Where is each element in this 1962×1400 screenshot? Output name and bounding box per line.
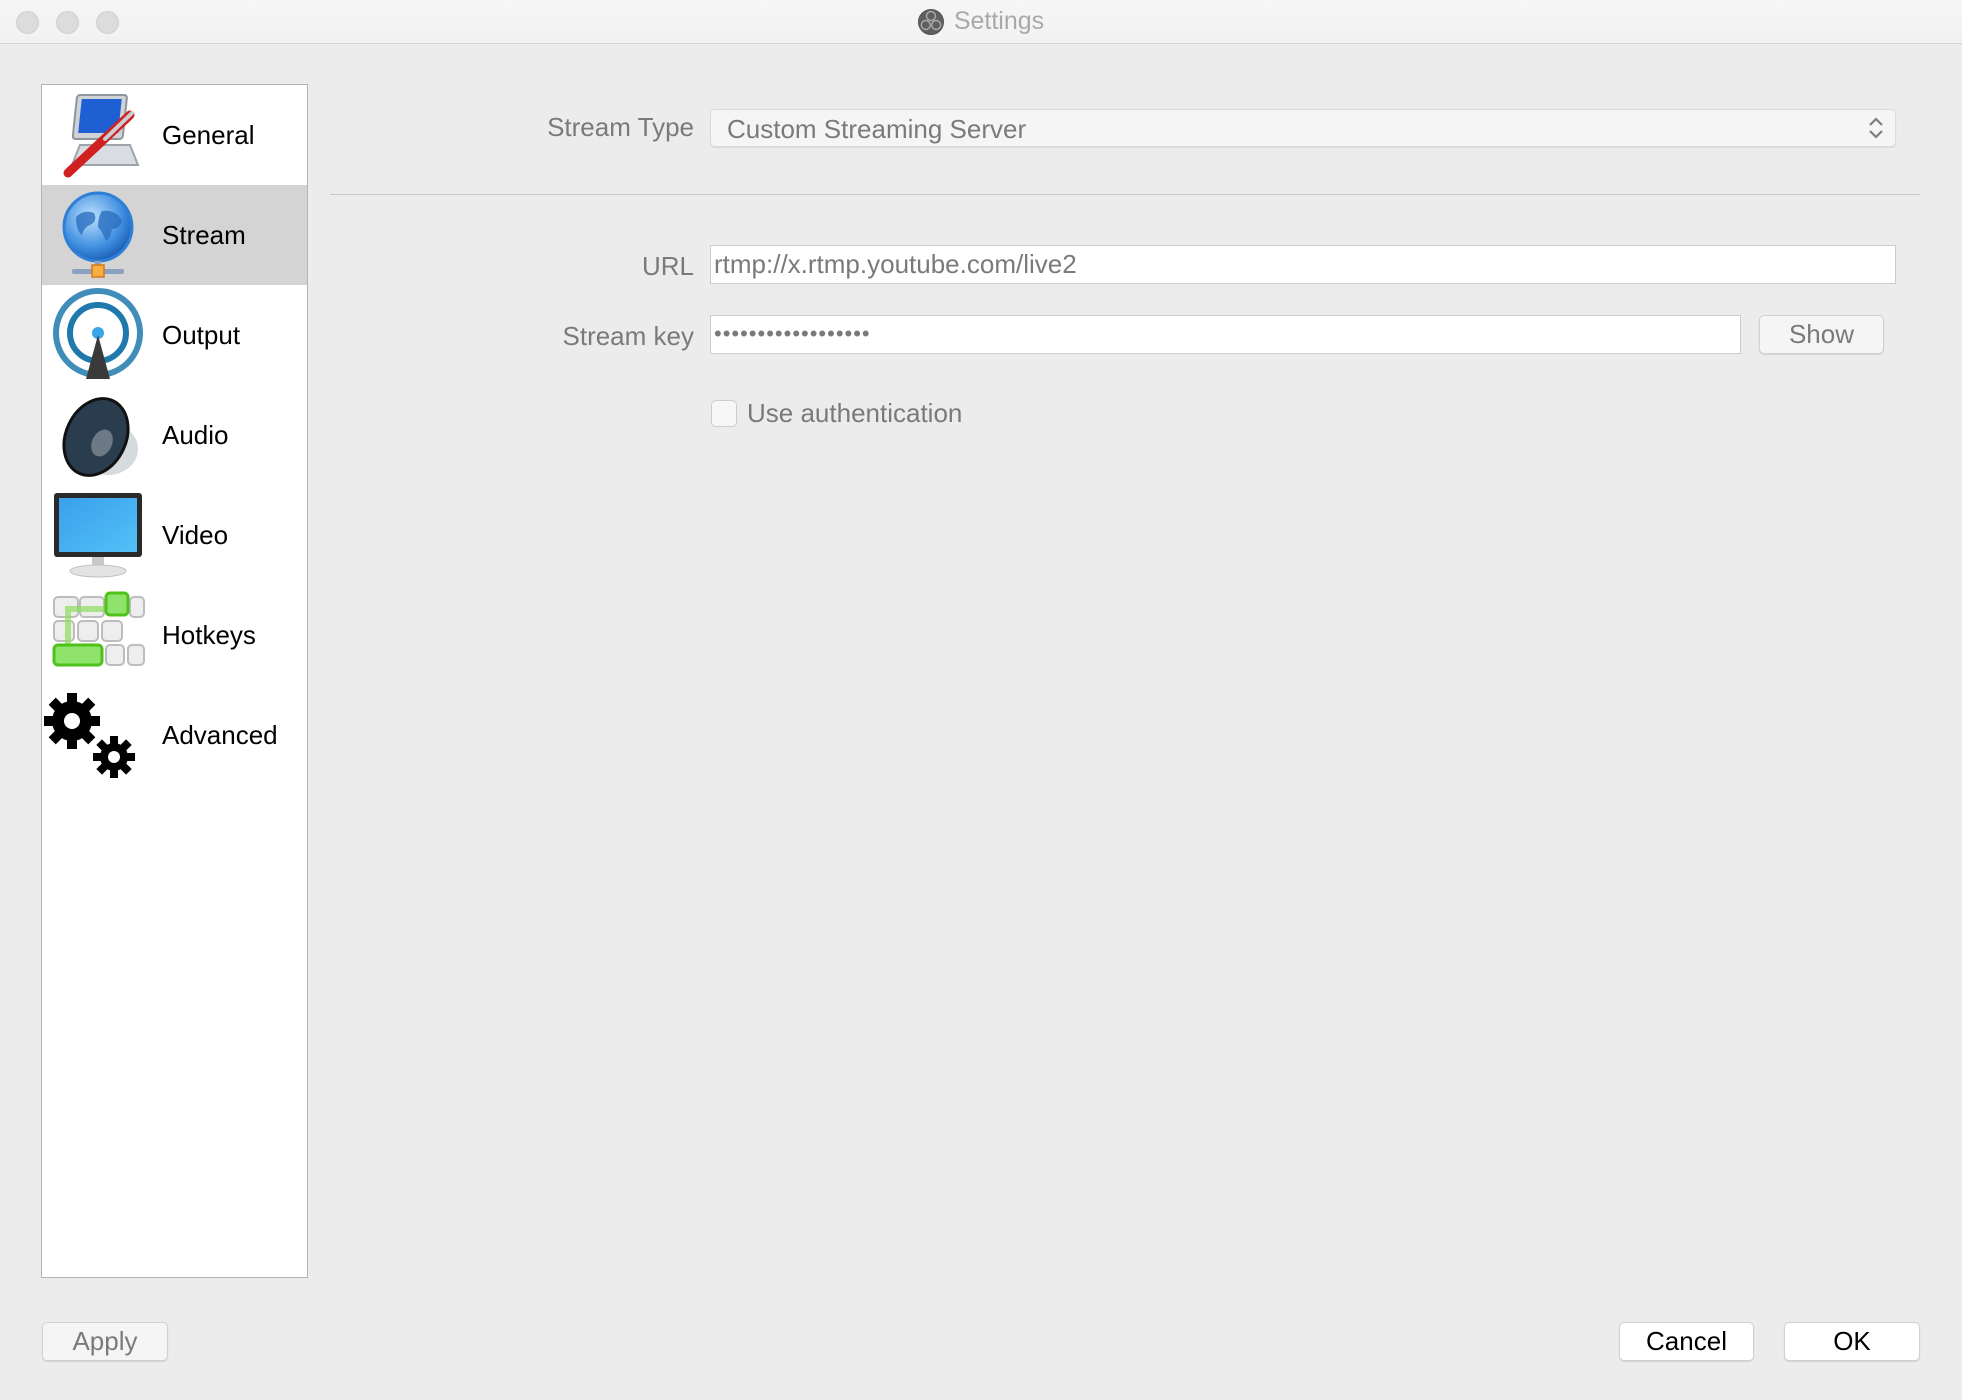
window-title-group: Settings xyxy=(0,0,1962,43)
globe-network-icon xyxy=(62,191,134,278)
cancel-button[interactable]: Cancel xyxy=(1619,1322,1754,1361)
obs-logo-icon xyxy=(917,8,944,35)
gears-icon xyxy=(44,693,135,778)
sidebar-label: General xyxy=(162,119,255,150)
use-authentication-checkbox[interactable] xyxy=(711,400,737,427)
sidebar-item-audio[interactable]: Audio xyxy=(42,385,307,485)
sidebar-item-stream[interactable]: Stream xyxy=(42,185,307,285)
sidebar-label: Audio xyxy=(162,419,229,450)
speaker-icon xyxy=(62,397,138,477)
sidebar-label: Output xyxy=(162,319,241,350)
stream-type-label: Stream Type xyxy=(547,112,694,142)
stream-type-value: Custom Streaming Server xyxy=(727,114,1027,144)
section-divider xyxy=(330,194,1920,195)
url-label: URL xyxy=(641,251,694,281)
sidebar-label: Hotkeys xyxy=(162,619,256,650)
stream-key-label: Stream key xyxy=(562,321,695,351)
sidebar-item-general[interactable]: General xyxy=(42,85,307,185)
sidebar-label: Stream xyxy=(162,219,246,250)
title-bar: Settings xyxy=(0,0,1962,44)
use-authentication-label[interactable]: Use authentication xyxy=(747,398,962,429)
sidebar-item-hotkeys[interactable]: Hotkeys xyxy=(42,585,307,685)
sidebar-item-output[interactable]: Output xyxy=(42,285,307,385)
sidebar-item-video[interactable]: Video xyxy=(42,485,307,585)
keyboard-keys-icon xyxy=(52,591,145,667)
monitor-icon xyxy=(54,493,142,578)
show-key-button[interactable]: Show xyxy=(1759,315,1884,354)
sidebar-label: Advanced xyxy=(162,719,278,750)
general-icon xyxy=(63,94,140,178)
window-title: Settings xyxy=(953,7,1045,35)
ok-button[interactable]: OK xyxy=(1784,1322,1920,1361)
sidebar-label: Video xyxy=(162,519,229,550)
settings-sidebar: General Stream Output Audio Video Hotkey… xyxy=(41,84,308,1278)
url-input[interactable]: rtmp://x.rtmp.youtube.com/live2 xyxy=(710,245,1896,284)
chevron-up-down-icon xyxy=(1869,117,1883,139)
stream-key-input[interactable]: •••••••••••••••••• xyxy=(710,315,1741,354)
stream-type-select[interactable]: Custom Streaming Server xyxy=(710,109,1896,147)
antenna-broadcast-icon xyxy=(53,288,143,379)
sidebar-item-advanced[interactable]: Advanced xyxy=(42,685,307,785)
apply-button[interactable]: Apply xyxy=(42,1322,168,1361)
